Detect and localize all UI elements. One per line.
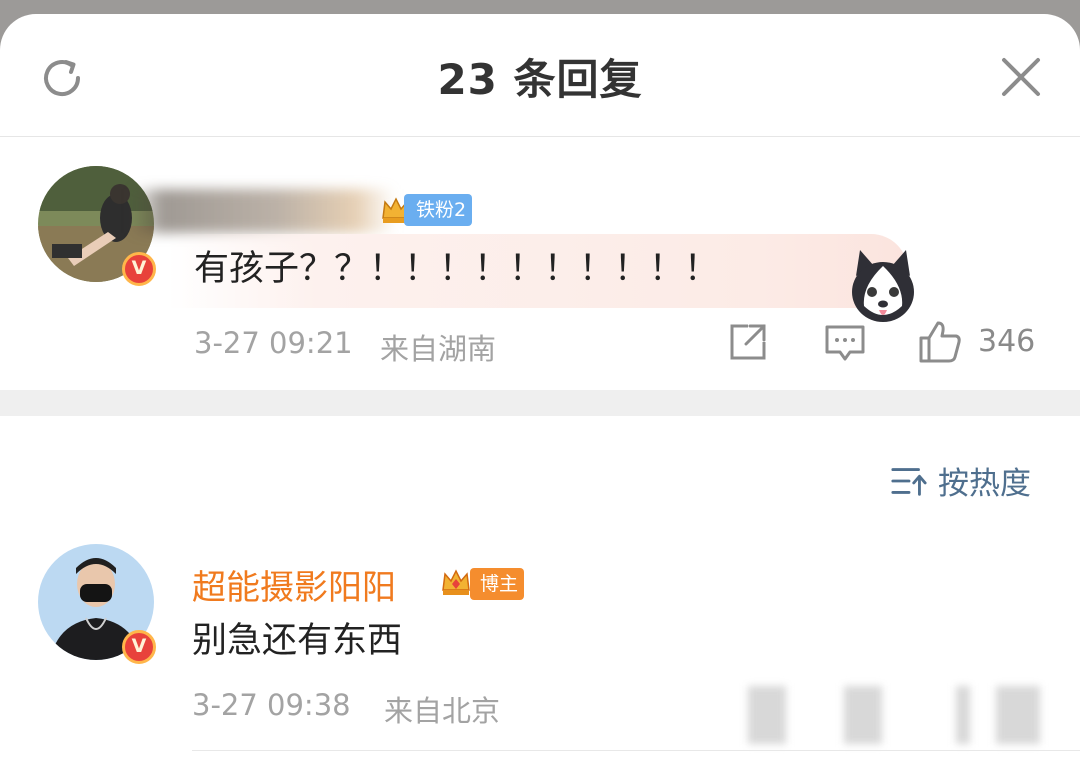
sort-icon <box>891 468 927 496</box>
crown-icon <box>442 569 470 595</box>
husky-sticker-icon <box>852 250 914 322</box>
comment-text: 有孩子？？！！！！！！！！！！ <box>194 249 720 289</box>
replies-sheet: 23 条回复 V 铁粉2 有孩子？？！！！！！！！！！！ 3-27 09:21 … <box>0 14 1080 768</box>
like-icon[interactable] <box>918 320 962 364</box>
reply-location: 来自北京 <box>384 694 501 728</box>
like-count: 346 <box>978 324 1036 359</box>
blurred-actions <box>996 686 1040 744</box>
comment-icon[interactable] <box>824 324 866 364</box>
fan-level-badge: 铁粉2 <box>404 194 472 226</box>
reply-text: 别急还有东西 <box>192 621 403 661</box>
blurred-username <box>130 189 395 233</box>
page-title: 23 条回复 <box>437 55 643 104</box>
repost-icon[interactable] <box>728 322 768 362</box>
verified-badge: V <box>122 252 156 286</box>
blogger-badge: 博主 <box>470 568 524 600</box>
close-icon[interactable] <box>998 54 1044 100</box>
blurred-actions <box>844 686 882 744</box>
reply-time: 3-27 09:38 <box>192 688 351 722</box>
section-divider <box>0 390 1080 416</box>
comment-time: 3-27 09:21 <box>194 326 353 360</box>
comment-location: 来自湖南 <box>380 332 497 366</box>
sort-label: 按热度 <box>938 466 1031 502</box>
blurred-actions <box>956 686 970 744</box>
verified-badge: V <box>122 630 156 664</box>
sheet-header: 23 条回复 <box>0 14 1080 137</box>
blurred-actions <box>748 686 786 744</box>
reply-username[interactable]: 超能摄影阳阳 <box>192 560 396 609</box>
row-divider <box>192 750 1080 751</box>
